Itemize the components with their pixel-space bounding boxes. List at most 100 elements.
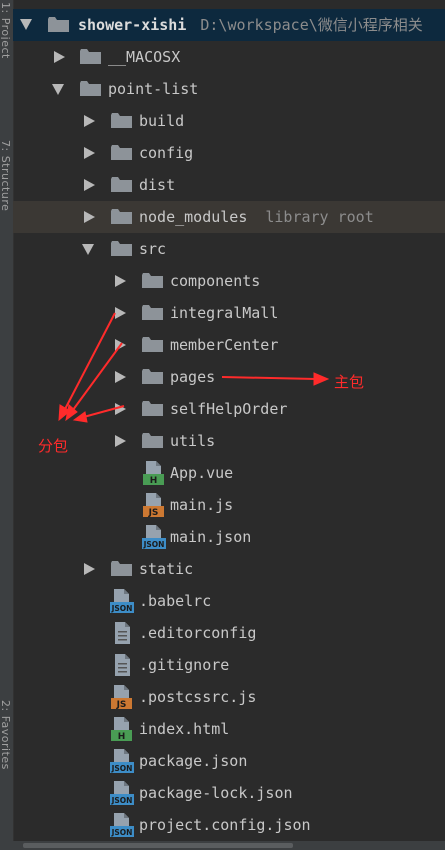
- tree-row-config[interactable]: config: [13, 137, 445, 169]
- tree-row-membercenter[interactable]: memberCenter: [13, 329, 445, 361]
- node-modules-name: node_modules: [139, 208, 248, 226]
- html-badge: H: [118, 732, 126, 742]
- folder-label: config: [139, 144, 194, 162]
- folder-icon: [80, 49, 101, 64]
- expand-arrow-icon[interactable]: [84, 115, 95, 127]
- tree-row-macosx[interactable]: __MACOSX: [13, 41, 445, 73]
- tree-row-node-modules[interactable]: node_modules library root: [13, 201, 445, 233]
- json-file-icon: JSON: [142, 524, 166, 550]
- tree-row-babelrc[interactable]: JSON .babelrc: [13, 585, 445, 617]
- folder-icon: [111, 241, 132, 256]
- tree-row-point-list[interactable]: point-list: [13, 73, 445, 105]
- file-label: App.vue: [170, 464, 234, 482]
- tree-row-gitignore[interactable]: .gitignore: [13, 649, 445, 681]
- collapse-arrow-icon[interactable]: [20, 19, 32, 30]
- vue-file-icon: H: [142, 460, 166, 486]
- folder-label: build: [139, 112, 185, 130]
- json-file-icon: JSON: [110, 780, 134, 806]
- folder-label: utils: [170, 432, 216, 450]
- folder-label: selfHelpOrder: [170, 400, 288, 418]
- expand-arrow-icon[interactable]: [115, 435, 126, 447]
- folder-icon: [111, 209, 132, 224]
- favorites-tool-tab[interactable]: 2: Favorites: [1, 700, 12, 830]
- file-label: package-lock.json: [139, 784, 293, 802]
- tree-row-main-json[interactable]: JSON main.json: [13, 521, 445, 553]
- tree-row-pages[interactable]: pages: [13, 361, 445, 393]
- expand-arrow-icon[interactable]: [115, 403, 126, 415]
- folder-label: node_modules library root: [139, 201, 374, 233]
- folder-icon: [111, 177, 132, 192]
- js-file-icon: JS: [110, 684, 134, 710]
- js-badge: JS: [148, 508, 159, 518]
- scrollbar-thumb[interactable]: [23, 843, 293, 848]
- folder-icon: [111, 561, 132, 576]
- folder-icon: [142, 369, 163, 384]
- folder-label: memberCenter: [170, 336, 279, 354]
- file-label: .babelrc: [139, 592, 212, 610]
- json-file-icon: JSON: [110, 748, 134, 774]
- folder-label: point-list: [108, 80, 199, 98]
- root-label: shower-xishi D:\workspace\微信小程序相关: [78, 9, 423, 41]
- file-label: .editorconfig: [139, 624, 257, 642]
- folder-icon: [142, 305, 163, 320]
- tree-row-package-json[interactable]: JSON package.json: [13, 745, 445, 777]
- library-root-hint: library root: [265, 208, 374, 226]
- tree-row-components[interactable]: components: [13, 265, 445, 297]
- js-file-icon: JS: [142, 492, 166, 518]
- json-badge: JSON: [111, 604, 133, 613]
- project-tool-tab[interactable]: 1: Project: [1, 2, 12, 112]
- subpackage-annotation: 分包: [38, 437, 69, 455]
- folder-label: dist: [139, 176, 176, 194]
- horizontal-scrollbar[interactable]: [13, 841, 445, 850]
- tree-row-package-lock-json[interactable]: JSON package-lock.json: [13, 777, 445, 809]
- folder-icon: [142, 401, 163, 416]
- main-package-annotation: 主包: [334, 373, 365, 391]
- file-label: index.html: [139, 720, 230, 738]
- tree-row-root[interactable]: shower-xishi D:\workspace\微信小程序相关: [13, 9, 445, 41]
- expand-arrow-icon[interactable]: [115, 275, 126, 287]
- tree-row-app-vue[interactable]: H App.vue: [13, 457, 445, 489]
- folder-icon: [142, 433, 163, 448]
- expand-arrow-icon[interactable]: [84, 563, 95, 575]
- text-file-icon: [110, 620, 134, 646]
- folder-label: components: [170, 272, 261, 290]
- folder-icon: [142, 273, 163, 288]
- tree-row-project-config-json[interactable]: JSON project.config.json: [13, 809, 445, 841]
- file-label: main.js: [170, 496, 234, 514]
- collapse-arrow-icon[interactable]: [82, 244, 94, 255]
- folder-icon: [48, 17, 69, 32]
- expand-arrow-icon[interactable]: [115, 307, 126, 319]
- file-label: .gitignore: [139, 656, 230, 674]
- folder-label: static: [139, 560, 194, 578]
- json-badge: JSON: [111, 828, 133, 837]
- tree-row-selfhelporder[interactable]: selfHelpOrder: [13, 393, 445, 425]
- tree-row-src[interactable]: src: [13, 233, 445, 265]
- tree-row-dist[interactable]: dist: [13, 169, 445, 201]
- expand-arrow-icon[interactable]: [84, 211, 95, 223]
- structure-tool-tab[interactable]: 7: Structure: [1, 140, 12, 255]
- text-file-icon: [110, 652, 134, 678]
- expand-arrow-icon[interactable]: [115, 371, 126, 383]
- tree-row-index-html[interactable]: H index.html: [13, 713, 445, 745]
- json-badge: JSON: [111, 796, 133, 805]
- root-name: shower-xishi: [78, 16, 187, 34]
- json-badge: JSON: [111, 764, 133, 773]
- tree-row-integralmall[interactable]: integralMall: [13, 297, 445, 329]
- folder-icon: [111, 145, 132, 160]
- expand-arrow-icon[interactable]: [84, 179, 95, 191]
- tree-row-build[interactable]: build: [13, 105, 445, 137]
- expand-arrow-icon[interactable]: [54, 51, 65, 63]
- tree-row-main-js[interactable]: JS main.js: [13, 489, 445, 521]
- expand-arrow-icon[interactable]: [115, 339, 126, 351]
- file-label: project.config.json: [139, 816, 311, 834]
- tree-row-utils[interactable]: utils: [13, 425, 445, 457]
- expand-arrow-icon[interactable]: [84, 147, 95, 159]
- tree-row-editorconfig[interactable]: .editorconfig: [13, 617, 445, 649]
- json-badge: JSON: [143, 540, 165, 549]
- tree-row-static[interactable]: static: [13, 553, 445, 585]
- folder-label: __MACOSX: [108, 48, 181, 66]
- tree-row-postcssrc[interactable]: JS .postcssrc.js: [13, 681, 445, 713]
- json-file-icon: JSON: [110, 588, 134, 614]
- collapse-arrow-icon[interactable]: [52, 84, 64, 95]
- folder-label: pages: [170, 368, 216, 386]
